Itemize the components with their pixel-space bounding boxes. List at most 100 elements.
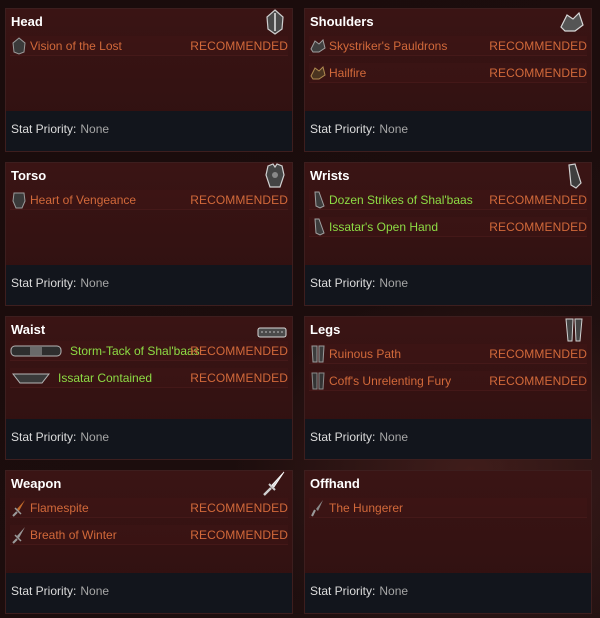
item-row[interactable]: Issatar's Open Hand RECOMMENDED — [309, 217, 587, 237]
panel-title: Torso — [11, 168, 47, 183]
greaves-item-icon — [311, 345, 325, 363]
panel-title: Wrists — [310, 168, 350, 183]
stat-priority-value: None — [379, 584, 409, 598]
item-name[interactable]: Vision of the Lost — [30, 39, 122, 53]
stat-priority-bar: Stat Priority: None — [305, 573, 591, 613]
panel-title: Shoulders — [310, 14, 374, 29]
panel-wrists: Wrists Dozen Strikes of Shal'baas RECOMM… — [304, 162, 592, 306]
item-name[interactable]: Ruinous Path — [329, 347, 401, 361]
weapon-item-icon — [12, 527, 25, 544]
stat-priority-value: None — [80, 122, 110, 136]
stat-priority-label: Stat Priority: — [11, 276, 77, 290]
stat-priority-value: None — [379, 430, 409, 444]
stat-priority: Stat Priority: None — [11, 584, 109, 598]
item-name[interactable]: Flamespite — [30, 501, 89, 515]
panel-title: Offhand — [310, 476, 360, 491]
item-row[interactable]: The Hungerer — [309, 498, 587, 518]
item-row[interactable]: Hailfire RECOMMENDED — [309, 63, 587, 83]
panel-shoulders: Shoulders Skystriker's Pauldrons RECOMME… — [304, 8, 592, 152]
stat-priority-label: Stat Priority: — [310, 276, 376, 290]
recommended-tag: RECOMMENDED — [489, 347, 587, 361]
stat-priority: Stat Priority: None — [11, 122, 109, 136]
stat-priority-value: None — [80, 276, 110, 290]
greaves-item-icon — [311, 372, 325, 390]
item-name[interactable]: The Hungerer — [329, 501, 403, 515]
item-name[interactable]: Issatar's Open Hand — [329, 220, 438, 234]
item-row[interactable]: Dozen Strikes of Shal'baas RECOMMENDED — [309, 190, 587, 210]
item-name[interactable]: Breath of Winter — [30, 528, 117, 542]
item-row[interactable]: Storm-Tack of Shal'baas RECOMMENDED — [10, 341, 288, 361]
helmet-icon — [266, 9, 284, 35]
item-row[interactable]: Issatar Contained RECOMMENDED — [10, 368, 288, 388]
recommended-tag: RECOMMENDED — [489, 374, 587, 388]
stat-priority-label: Stat Priority: — [11, 122, 77, 136]
panel-title: Waist — [11, 322, 46, 337]
stat-priority-bar: Stat Priority: None — [6, 265, 292, 305]
helmet-item-icon — [12, 37, 26, 55]
pauldron-item-icon — [310, 39, 326, 53]
item-row[interactable]: Breath of Winter RECOMMENDED — [10, 525, 288, 545]
greaves-icon — [565, 318, 583, 342]
stat-priority-label: Stat Priority: — [11, 430, 77, 444]
item-name[interactable]: Coff's Unrelenting Fury — [329, 374, 451, 388]
item-name[interactable]: Hailfire — [329, 66, 366, 80]
recommended-tag: RECOMMENDED — [489, 193, 587, 207]
stat-priority-bar: Stat Priority: None — [6, 111, 292, 151]
bracer-item-icon — [314, 191, 325, 209]
panel-torso: Torso Heart of Vengeance RECOMMENDED Sta… — [5, 162, 293, 306]
item-name[interactable]: Skystriker's Pauldrons — [329, 39, 447, 53]
recommended-tag: RECOMMENDED — [190, 39, 288, 53]
recommended-tag: RECOMMENDED — [489, 39, 587, 53]
item-row[interactable]: Skystriker's Pauldrons RECOMMENDED — [309, 36, 587, 56]
stat-priority: Stat Priority: None — [310, 584, 408, 598]
stat-priority: Stat Priority: None — [310, 430, 408, 444]
panel-waist: Waist Storm-Tack of Shal'baas RECOMMENDE… — [5, 316, 293, 460]
stat-priority-value: None — [379, 122, 409, 136]
stat-priority: Stat Priority: None — [310, 122, 408, 136]
offhand-item-icon — [311, 500, 323, 517]
stat-priority-label: Stat Priority: — [310, 430, 376, 444]
weapon-item-icon — [12, 500, 25, 517]
stat-priority-label: Stat Priority: — [11, 584, 77, 598]
stat-priority-label: Stat Priority: — [310, 122, 376, 136]
item-row[interactable]: Flamespite RECOMMENDED — [10, 498, 288, 518]
item-row[interactable]: Heart of Vengeance RECOMMENDED — [10, 190, 288, 210]
stat-priority-bar: Stat Priority: None — [305, 265, 591, 305]
item-name[interactable]: Dozen Strikes of Shal'baas — [329, 193, 473, 207]
stat-priority-bar: Stat Priority: None — [305, 419, 591, 459]
stat-priority-bar: Stat Priority: None — [305, 111, 591, 151]
item-name[interactable]: Storm-Tack of Shal'baas — [70, 344, 200, 358]
panel-title: Head — [11, 14, 43, 29]
stat-priority-label: Stat Priority: — [310, 584, 376, 598]
panel-title: Legs — [310, 322, 341, 337]
item-name[interactable]: Issatar Contained — [58, 371, 152, 385]
item-row[interactable]: Vision of the Lost RECOMMENDED — [10, 36, 288, 56]
belt-item-icon — [12, 373, 50, 384]
stat-priority: Stat Priority: None — [310, 276, 408, 290]
recommended-tag: RECOMMENDED — [190, 528, 288, 542]
bracer-item-icon — [314, 218, 325, 236]
chest-armor-icon — [265, 163, 285, 188]
recommended-tag: RECOMMENDED — [190, 371, 288, 385]
belt-item-icon — [10, 345, 62, 357]
item-row[interactable]: Coff's Unrelenting Fury RECOMMENDED — [309, 371, 587, 391]
stat-priority: Stat Priority: None — [11, 430, 109, 444]
recommended-tag: RECOMMENDED — [190, 193, 288, 207]
bracer-icon — [568, 163, 582, 189]
item-row[interactable]: Ruinous Path RECOMMENDED — [309, 344, 587, 364]
stat-priority-value: None — [379, 276, 409, 290]
stat-priority-value: None — [80, 430, 110, 444]
recommended-tag: RECOMMENDED — [190, 501, 288, 515]
pauldron-icon — [560, 11, 584, 32]
pauldron-item-icon — [310, 66, 326, 80]
recommended-tag: RECOMMENDED — [489, 220, 587, 234]
panel-offhand: Offhand The Hungerer Stat Priority: None — [304, 470, 592, 614]
stat-priority: Stat Priority: None — [11, 276, 109, 290]
panel-head: Head Vision of the Lost RECOMMENDED Stat… — [5, 8, 293, 152]
panel-weapon: Weapon Flamespite RECOMMENDED Breath of … — [5, 470, 293, 614]
panel-title: Weapon — [11, 476, 62, 491]
panel-legs: Legs Ruinous Path RECOMMENDED Coff's Unr… — [304, 316, 592, 460]
item-name[interactable]: Heart of Vengeance — [30, 193, 136, 207]
stat-priority-bar: Stat Priority: None — [6, 419, 292, 459]
recommended-tag: RECOMMENDED — [190, 344, 288, 358]
